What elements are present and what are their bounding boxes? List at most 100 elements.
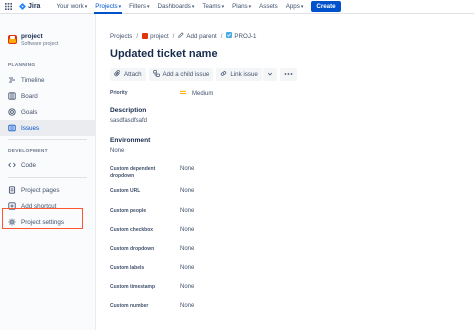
breadcrumb-separator: / (220, 32, 223, 40)
project-header[interactable]: project Software project (0, 14, 95, 47)
nav-plans-label: Plans (232, 3, 248, 10)
link-issue-label: Link issue (230, 71, 258, 78)
pencil-icon (178, 32, 185, 40)
custom-field-value[interactable]: None (180, 246, 194, 253)
description-title: Description (110, 107, 147, 114)
custom-field-value[interactable]: None (180, 166, 194, 173)
sidebar-item-label: Project pages (21, 186, 60, 194)
create-button[interactable]: Create (311, 1, 341, 12)
project-avatar (8, 35, 17, 44)
sidebar-divider (8, 139, 87, 140)
chevron-down-icon: ▾ (248, 3, 252, 10)
custom-field-row: Custom labels None (110, 265, 474, 284)
top-navigation: Jira Your work ▾ Projects ▾ Filters ▾ Dashb… (0, 0, 474, 14)
nav-your-work[interactable]: Your work ▾ (52, 0, 91, 14)
nav-teams-label: Teams (202, 3, 221, 10)
breadcrumb-project-label: project (150, 32, 169, 40)
description-section: Description sasdfasdfsafd (110, 107, 474, 124)
nav-assets[interactable]: Assets (255, 0, 282, 14)
breadcrumb-separator: / (172, 32, 175, 40)
custom-field-row: Custom dependent dropdown None (110, 166, 474, 188)
more-actions-button[interactable] (279, 68, 297, 81)
description-text[interactable]: sasdfasdfsafd (110, 118, 474, 124)
custom-field-value[interactable]: None (180, 265, 194, 272)
chevron-down-icon (267, 71, 273, 79)
sidebar-item-project-pages[interactable]: Project pages (0, 182, 95, 198)
custom-field-label: Custom labels (110, 265, 145, 271)
custom-field-label: Custom timestamp (110, 284, 156, 290)
custom-field-row: Custom people None (110, 208, 474, 227)
issue-title[interactable]: Updated ticket name (110, 48, 474, 60)
priority-value[interactable]: Medium (180, 90, 213, 98)
project-avatar-icon (142, 33, 149, 39)
nav-teams[interactable]: Teams ▾ (198, 0, 228, 14)
priority-medium-icon (180, 90, 186, 98)
pages-icon (8, 186, 16, 194)
goals-icon (8, 108, 16, 116)
sidebar-item-timeline[interactable]: Timeline (0, 72, 95, 88)
nav-dashboards-label: Dashboards (157, 3, 191, 10)
development-section-label: DEVELOPMENT (8, 149, 48, 154)
planning-section-label: PLANNING (8, 63, 36, 68)
chevron-down-icon: ▾ (147, 3, 150, 10)
custom-field-value[interactable]: None (180, 227, 194, 234)
issue-view: Projects / project / Add parent / PROJ-1… (110, 14, 474, 315)
priority-label: Priority (110, 90, 128, 96)
sidebar-item-board[interactable]: Board (0, 88, 95, 104)
sidebar-item-label: Board (21, 92, 38, 100)
sidebar-item-label: Code (21, 161, 37, 169)
custom-field-label: Custom URL (110, 188, 141, 194)
nav-assets-label: Assets (259, 3, 278, 10)
custom-field-row: Custom checkbox None (110, 227, 474, 246)
nav-projects-label: Projects (95, 3, 118, 10)
issues-icon (8, 124, 16, 132)
custom-field-value[interactable]: None (180, 208, 194, 215)
sidebar-item-goals[interactable]: Goals (0, 104, 95, 120)
attach-button[interactable]: Attach (110, 68, 146, 81)
custom-field-row: Custom timestamp None (110, 284, 474, 303)
sidebar-item-code[interactable]: Code (0, 157, 95, 173)
environment-section: Environment None (110, 137, 474, 154)
link-icon (220, 70, 227, 79)
custom-field-row: Custom URL None (110, 188, 474, 208)
add-child-label: Add a child issue (162, 71, 210, 78)
chevron-down-icon: ▾ (191, 3, 195, 10)
breadcrumb-issue-key[interactable]: PROJ-1 (226, 32, 256, 40)
link-issue-dropdown-button[interactable] (262, 68, 277, 81)
nav-your-work-label: Your work (56, 3, 84, 10)
sidebar-divider (8, 177, 87, 178)
custom-field-value[interactable]: None (180, 284, 194, 291)
custom-field-label: Custom dependent dropdown (110, 166, 156, 179)
jira-logo-icon (19, 3, 26, 10)
breadcrumb-add-parent[interactable]: Add parent (178, 32, 217, 40)
custom-field-value[interactable]: None (180, 188, 194, 195)
attach-label: Attach (124, 71, 142, 78)
app-switcher-icon[interactable] (1, 0, 15, 14)
nav-projects[interactable]: Projects ▾ (91, 0, 125, 14)
issue-actions: Attach Add a child issue Link issue (110, 68, 474, 81)
breadcrumb-project[interactable]: project (142, 33, 169, 40)
custom-fields: Custom dependent dropdown None Custom UR… (110, 166, 474, 315)
breadcrumb-issue-key-label: PROJ-1 (234, 32, 257, 40)
child-issue-icon (152, 70, 160, 79)
highlight-box (2, 208, 83, 229)
breadcrumb-projects[interactable]: Projects (110, 33, 132, 40)
chevron-down-icon: ▾ (300, 3, 304, 10)
breadcrumb-separator: / (136, 32, 139, 40)
custom-field-value[interactable]: None (180, 303, 194, 310)
nav-filters[interactable]: Filters ▾ (125, 0, 153, 14)
sidebar-item-label: Goals (21, 108, 38, 116)
jira-logo[interactable]: Jira (19, 3, 40, 10)
chevron-down-icon: ▾ (118, 3, 122, 10)
sidebar-item-issues[interactable]: Issues (0, 120, 95, 136)
custom-field-label: Custom people (110, 208, 147, 214)
nav-plans[interactable]: Plans ▾ (228, 0, 255, 14)
environment-text[interactable]: None (110, 148, 474, 154)
add-child-issue-button[interactable]: Add a child issue (148, 68, 214, 81)
nav-dashboards[interactable]: Dashboards ▾ (154, 0, 199, 14)
custom-field-label: Custom number (110, 303, 149, 309)
link-issue-button[interactable]: Link issue (216, 68, 262, 81)
nav-apps[interactable]: Apps ▾ (282, 0, 308, 14)
nav-filters-label: Filters (129, 3, 146, 10)
breadcrumb: Projects / project / Add parent / PROJ-1 (110, 32, 474, 40)
